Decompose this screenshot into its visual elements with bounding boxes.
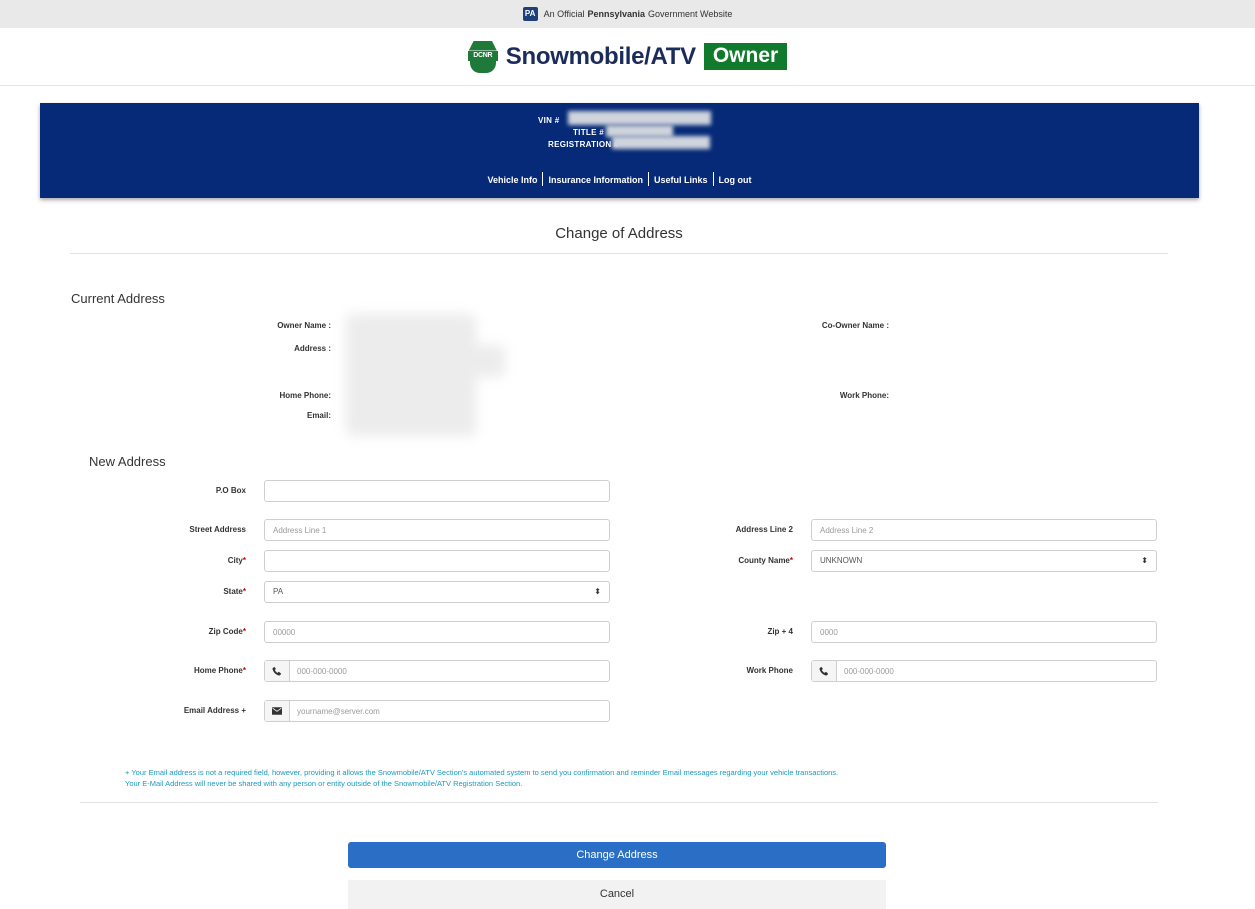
vin-label: VIN # (538, 116, 560, 125)
dcnr-logo-icon: DCNR (467, 40, 498, 73)
current-work-phone-label: Work Phone: (839, 391, 889, 400)
po-box-input[interactable] (264, 480, 610, 502)
home-phone-input[interactable] (290, 661, 609, 681)
home-phone-label: Home Phone* (194, 666, 246, 675)
page-title: Change of Address (555, 225, 683, 242)
current-home-phone-label: Home Phone: (279, 391, 331, 400)
county-selected-value: UNKNOWN (820, 556, 863, 565)
required-marker: * (242, 627, 246, 636)
vehicle-info-panel: VIN # TITLE # REGISTRATION # Vehicle Inf… (40, 103, 1199, 198)
county-label-text: County Name (738, 556, 790, 565)
email-note: + Your Email address is not a required f… (125, 767, 1165, 789)
email-note-line-1: + Your Email address is not a required f… (125, 768, 839, 777)
email-group (264, 700, 610, 722)
vehicle-nav: Vehicle Info Insurance Information Useful … (40, 172, 1199, 186)
envelope-icon (265, 701, 290, 721)
cancel-button[interactable]: Cancel (348, 880, 886, 909)
nav-separator (542, 172, 544, 186)
nav-vehicle-info[interactable]: Vehicle Info (487, 175, 537, 185)
co-owner-name-label: Co-Owner Name : (821, 321, 889, 330)
zip-code-input[interactable] (264, 621, 610, 643)
work-phone-input[interactable] (837, 661, 1156, 681)
gov-banner-state: Pennsylvania (587, 9, 645, 19)
app-header: DCNR Snowmobile/ATV Owner (0, 28, 1255, 86)
current-address-values-redacted (380, 345, 505, 377)
gov-banner-prefix: An Official (543, 9, 585, 19)
nav-useful-links[interactable]: Useful Links (654, 175, 708, 185)
title-divider (70, 253, 1168, 254)
current-address-label: Address : (294, 344, 331, 353)
nav-insurance-information[interactable]: Insurance Information (548, 175, 643, 185)
select-arrows-icon: ⬍ (1141, 556, 1148, 565)
zip-plus-4-label: Zip + 4 (767, 627, 793, 636)
select-arrows-icon: ⬍ (594, 587, 601, 596)
app-title: Snowmobile/ATV (505, 42, 696, 70)
street-address-label: Street Address (189, 525, 246, 534)
vin-value-redacted (568, 111, 711, 125)
address-line-2-input[interactable] (811, 519, 1157, 541)
work-phone-group (811, 660, 1157, 682)
nav-separator (648, 172, 649, 186)
po-box-label: P.O Box (215, 486, 246, 495)
registration-value-redacted (612, 136, 710, 149)
required-marker: * (242, 556, 246, 565)
work-phone-label: Work Phone (746, 666, 793, 675)
nav-separator (712, 172, 714, 186)
required-marker: * (789, 556, 793, 565)
current-address-heading: Current Address (71, 291, 165, 306)
street-address-input[interactable] (264, 519, 610, 541)
state-label-text: State (223, 587, 243, 596)
state-select[interactable]: PA ⬍ (264, 581, 610, 603)
change-address-button[interactable]: Change Address (348, 842, 886, 868)
owner-name-label: Owner Name : (277, 321, 331, 330)
required-marker: * (242, 666, 246, 675)
county-name-label: County Name* (738, 556, 793, 565)
phone-icon (812, 661, 837, 681)
nav-log-out[interactable]: Log out (719, 175, 752, 185)
city-label-text: City (227, 556, 243, 565)
phone-icon (265, 661, 290, 681)
new-address-heading: New Address (89, 454, 166, 469)
note-divider (80, 802, 1158, 803)
owner-badge: Owner (703, 43, 788, 70)
current-email-label: Email: (306, 411, 331, 420)
zip-code-label: Zip Code* (209, 627, 246, 636)
pa-keystone-icon: PA (522, 7, 538, 21)
title-label: TITLE # (573, 128, 604, 137)
home-phone-label-text: Home Phone (193, 666, 243, 675)
address-line-2-label: Address Line 2 (735, 525, 793, 534)
email-address-label: Email Address + (183, 706, 246, 715)
home-phone-group (264, 660, 610, 682)
gov-banner: PA An Official Pennsylvania Government W… (0, 0, 1255, 28)
required-marker: * (242, 587, 246, 596)
email-address-input[interactable] (290, 701, 609, 721)
email-note-line-2: Your E-Mail Address will never be shared… (125, 779, 523, 788)
county-select[interactable]: UNKNOWN ⬍ (811, 550, 1157, 572)
state-selected-value: PA (273, 587, 284, 596)
zip-plus-4-input[interactable] (811, 621, 1157, 643)
zip-label-text: Zip Code (208, 627, 243, 636)
dcnr-logo-text: DCNR (467, 50, 498, 61)
gov-banner-suffix: Government Website (648, 9, 733, 19)
city-input[interactable] (264, 550, 610, 572)
city-label: City* (228, 556, 246, 565)
registration-label: REGISTRATION # (548, 140, 619, 149)
state-label: State* (223, 587, 246, 596)
